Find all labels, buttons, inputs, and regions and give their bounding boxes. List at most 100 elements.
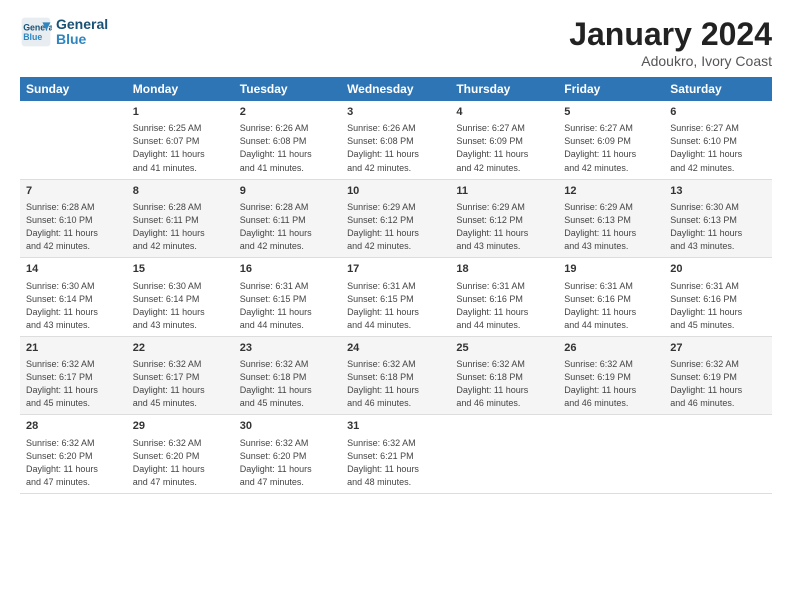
day-number: 25 [456,341,552,356]
day-info: Sunrise: 6:30 AMSunset: 6:14 PMDaylight:… [133,280,228,332]
day-info: Sunrise: 6:32 AMSunset: 6:20 PMDaylight:… [240,437,335,489]
day-number: 5 [564,105,658,120]
calendar-week-2: 7Sunrise: 6:28 AMSunset: 6:10 PMDaylight… [20,179,772,258]
day-info: Sunrise: 6:27 AMSunset: 6:09 PMDaylight:… [456,122,552,174]
weekday-header-friday: Friday [558,77,664,101]
day-number: 12 [564,184,658,199]
weekday-header-row: SundayMondayTuesdayWednesdayThursdayFrid… [20,77,772,101]
calendar-week-1: 1Sunrise: 6:25 AMSunset: 6:07 PMDaylight… [20,101,772,179]
calendar-cell: 28 Sunrise: 6:32 AMSunset: 6:20 PMDayligh… [20,415,127,494]
day-info: Sunrise: 6:32 AMSunset: 6:20 PMDaylight:… [26,437,121,489]
day-number: 26 [564,341,658,356]
day-info: Sunrise: 6:32 AMSunset: 6:18 PMDaylight:… [240,358,335,410]
day-info: Sunrise: 6:32 AMSunset: 6:17 PMDaylight:… [133,358,228,410]
calendar-cell: 5Sunrise: 6:27 AMSunset: 6:09 PMDaylight… [558,101,664,179]
calendar-cell: 7Sunrise: 6:28 AMSunset: 6:10 PMDaylight… [20,179,127,258]
calendar-cell: 18 Sunrise: 6:31 AMSunset: 6:16 PMDayligh… [450,258,558,337]
day-info: Sunrise: 6:30 AMSunset: 6:13 PMDaylight:… [670,201,766,253]
weekday-header-monday: Monday [127,77,234,101]
day-number: 24 [347,341,444,356]
calendar-cell: 8Sunrise: 6:28 AMSunset: 6:11 PMDaylight… [127,179,234,258]
calendar-cell: 29 Sunrise: 6:32 AMSunset: 6:20 PMDayligh… [127,415,234,494]
calendar-header: SundayMondayTuesdayWednesdayThursdayFrid… [20,77,772,101]
day-info: Sunrise: 6:25 AMSunset: 6:07 PMDaylight:… [133,122,228,174]
calendar-cell: 9Sunrise: 6:28 AMSunset: 6:11 PMDaylight… [234,179,341,258]
day-info: Sunrise: 6:28 AMSunset: 6:11 PMDaylight:… [240,201,335,253]
logo: General Blue General Blue [20,16,108,48]
page: General Blue General Blue January 2024 A… [0,0,792,510]
day-info: Sunrise: 6:27 AMSunset: 6:10 PMDaylight:… [670,122,766,174]
calendar-cell: 22 Sunrise: 6:32 AMSunset: 6:17 PMDayligh… [127,336,234,415]
month-title: January 2024 [569,16,772,53]
day-number: 17 [347,262,444,277]
day-number: 31 [347,419,444,434]
day-number: 30 [240,419,335,434]
calendar-body: 1Sunrise: 6:25 AMSunset: 6:07 PMDaylight… [20,101,772,493]
calendar-cell: 16 Sunrise: 6:31 AMSunset: 6:15 PMDayligh… [234,258,341,337]
calendar-cell: 23 Sunrise: 6:32 AMSunset: 6:18 PMDayligh… [234,336,341,415]
day-number: 22 [133,341,228,356]
day-number: 29 [133,419,228,434]
weekday-header-tuesday: Tuesday [234,77,341,101]
calendar-cell: 30 Sunrise: 6:32 AMSunset: 6:20 PMDayligh… [234,415,341,494]
day-info: Sunrise: 6:30 AMSunset: 6:14 PMDaylight:… [26,280,121,332]
calendar-cell: 2 Sunrise: 6:26 AMSunset: 6:08 PMDaylight… [234,101,341,179]
calendar-cell: 12 Sunrise: 6:29 AMSunset: 6:13 PMDayligh… [558,179,664,258]
calendar-week-5: 28 Sunrise: 6:32 AMSunset: 6:20 PMDayligh… [20,415,772,494]
header: General Blue General Blue January 2024 A… [20,16,772,69]
day-info: Sunrise: 6:28 AMSunset: 6:11 PMDaylight:… [133,201,228,253]
day-info: Sunrise: 6:26 AMSunset: 6:08 PMDaylight:… [240,122,335,174]
weekday-header-thursday: Thursday [450,77,558,101]
day-info: Sunrise: 6:29 AMSunset: 6:13 PMDaylight:… [564,201,658,253]
day-info: Sunrise: 6:31 AMSunset: 6:16 PMDaylight:… [456,280,552,332]
day-number: 13 [670,184,766,199]
calendar-table: SundayMondayTuesdayWednesdayThursdayFrid… [20,77,772,494]
day-info: Sunrise: 6:32 AMSunset: 6:19 PMDaylight:… [564,358,658,410]
calendar-cell: 11 Sunrise: 6:29 AMSunset: 6:12 PMDayligh… [450,179,558,258]
day-number: 19 [564,262,658,277]
calendar-cell: 13 Sunrise: 6:30 AMSunset: 6:13 PMDayligh… [664,179,772,258]
day-number: 6 [670,105,766,120]
day-info: Sunrise: 6:31 AMSunset: 6:15 PMDaylight:… [240,280,335,332]
calendar-cell: 4Sunrise: 6:27 AMSunset: 6:09 PMDaylight… [450,101,558,179]
day-number: 23 [240,341,335,356]
svg-text:Blue: Blue [23,32,42,42]
logo-line1: General [56,17,108,32]
calendar-week-3: 14Sunrise: 6:30 AMSunset: 6:14 PMDayligh… [20,258,772,337]
calendar-cell: 20 Sunrise: 6:31 AMSunset: 6:16 PMDayligh… [664,258,772,337]
calendar-cell: 10Sunrise: 6:29 AMSunset: 6:12 PMDayligh… [341,179,450,258]
day-number: 2 [240,105,335,120]
day-info: Sunrise: 6:31 AMSunset: 6:16 PMDaylight:… [670,280,766,332]
calendar-cell [20,101,127,179]
day-info: Sunrise: 6:28 AMSunset: 6:10 PMDaylight:… [26,201,121,253]
calendar-week-4: 21 Sunrise: 6:32 AMSunset: 6:17 PMDayligh… [20,336,772,415]
day-info: Sunrise: 6:32 AMSunset: 6:21 PMDaylight:… [347,437,444,489]
day-number: 11 [456,184,552,199]
calendar-cell: 27 Sunrise: 6:32 AMSunset: 6:19 PMDayligh… [664,336,772,415]
day-info: Sunrise: 6:32 AMSunset: 6:20 PMDaylight:… [133,437,228,489]
day-number: 21 [26,341,121,356]
day-number: 27 [670,341,766,356]
calendar-cell: 26 Sunrise: 6:32 AMSunset: 6:19 PMDayligh… [558,336,664,415]
calendar-cell: 17 Sunrise: 6:31 AMSunset: 6:15 PMDayligh… [341,258,450,337]
day-number: 18 [456,262,552,277]
logo-line2: Blue [56,32,108,47]
location: Adoukro, Ivory Coast [569,53,772,69]
day-number: 3 [347,105,444,120]
day-number: 15 [133,262,228,277]
day-number: 28 [26,419,121,434]
day-info: Sunrise: 6:29 AMSunset: 6:12 PMDaylight:… [456,201,552,253]
calendar-cell: 14Sunrise: 6:30 AMSunset: 6:14 PMDayligh… [20,258,127,337]
day-info: Sunrise: 6:32 AMSunset: 6:19 PMDaylight:… [670,358,766,410]
day-info: Sunrise: 6:31 AMSunset: 6:15 PMDaylight:… [347,280,444,332]
day-number: 20 [670,262,766,277]
day-info: Sunrise: 6:31 AMSunset: 6:16 PMDaylight:… [564,280,658,332]
day-number: 16 [240,262,335,277]
calendar-cell: 25Sunrise: 6:32 AMSunset: 6:18 PMDayligh… [450,336,558,415]
logo-icon: General Blue [20,16,52,48]
weekday-header-wednesday: Wednesday [341,77,450,101]
day-info: Sunrise: 6:32 AMSunset: 6:18 PMDaylight:… [347,358,444,410]
day-info: Sunrise: 6:32 AMSunset: 6:17 PMDaylight:… [26,358,121,410]
calendar-cell: 24 Sunrise: 6:32 AMSunset: 6:18 PMDayligh… [341,336,450,415]
weekday-header-sunday: Sunday [20,77,127,101]
